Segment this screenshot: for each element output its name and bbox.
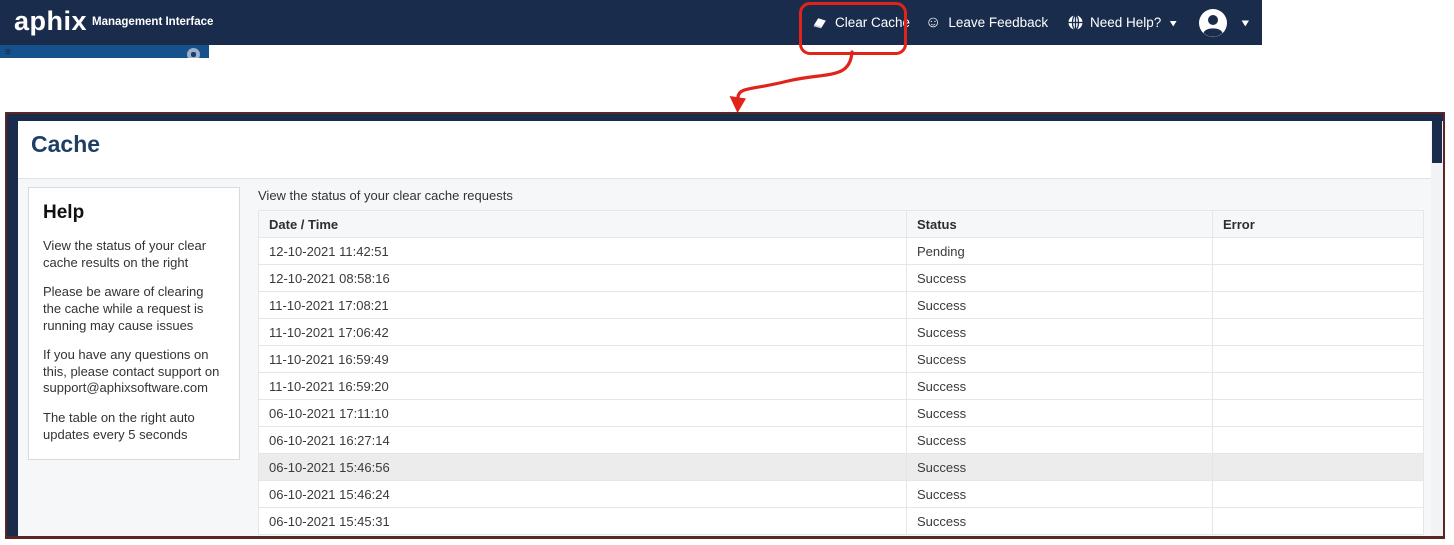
column-header-datetime: Date / Time bbox=[258, 210, 907, 238]
cell-datetime: 06-10-2021 16:27:14 bbox=[258, 426, 907, 454]
curved-arrow-annotation bbox=[729, 50, 854, 113]
clear-cache-button[interactable]: Clear Cache bbox=[812, 0, 910, 45]
cell-datetime: 12-10-2021 08:58:16 bbox=[258, 264, 907, 292]
cell-error bbox=[1212, 399, 1424, 427]
cell-error bbox=[1212, 372, 1424, 400]
help-heading: Help bbox=[43, 202, 85, 223]
cell-error bbox=[1212, 345, 1424, 373]
table-row: 11-10-2021 17:08:21 Success bbox=[258, 291, 1424, 319]
cell-status: Success bbox=[906, 480, 1213, 508]
cell-status: Success bbox=[906, 426, 1213, 454]
cell-status: Success bbox=[906, 318, 1213, 346]
chevron-down-icon: ▾ bbox=[1242, 16, 1249, 29]
sidebar-partial: ≡ bbox=[0, 45, 209, 58]
user-avatar-icon bbox=[1199, 8, 1227, 37]
leave-feedback-label: Leave Feedback bbox=[948, 15, 1049, 30]
panel-top-bar bbox=[7, 114, 1443, 121]
table-row: 11-10-2021 16:59:49 Success bbox=[258, 345, 1424, 373]
cache-panel: Cache Help View the status of your clear… bbox=[5, 112, 1445, 539]
account-menu-button[interactable]: ▾ bbox=[1198, 0, 1249, 45]
cell-error bbox=[1212, 480, 1424, 508]
cell-status: Success bbox=[906, 264, 1213, 292]
cell-error bbox=[1212, 318, 1424, 346]
need-help-button[interactable]: Need Help? ▾ bbox=[1068, 0, 1176, 45]
aphix-logo[interactable]: aphix bbox=[14, 6, 87, 37]
chevron-down-icon: ▾ bbox=[1170, 16, 1177, 29]
cell-status: Success bbox=[906, 507, 1213, 535]
help-paragraph: View the status of your clear cache resu… bbox=[43, 238, 207, 270]
cell-status: Success bbox=[906, 399, 1213, 427]
cell-datetime: 06-10-2021 15:46:56 bbox=[258, 453, 907, 481]
help-paragraph: Please be aware of clearing the cache wh… bbox=[43, 284, 204, 333]
column-header-status: Status bbox=[906, 210, 1213, 238]
cell-datetime: 12-10-2021 11:42:51 bbox=[258, 237, 907, 265]
cell-datetime: 11-10-2021 16:59:20 bbox=[258, 372, 907, 400]
cell-error bbox=[1212, 507, 1424, 535]
table-row: 11-10-2021 17:06:42 Success bbox=[258, 318, 1424, 346]
leave-feedback-button[interactable]: ☺ Leave Feedback bbox=[925, 0, 1048, 45]
cell-datetime: 06-10-2021 17:11:10 bbox=[258, 399, 907, 427]
panel-left-strip bbox=[7, 121, 18, 536]
scrollbar-track[interactable] bbox=[1431, 121, 1443, 536]
column-header-error: Error bbox=[1212, 210, 1424, 238]
table-row: 12-10-2021 11:42:51 Pending bbox=[258, 237, 1424, 265]
cell-status: Success bbox=[906, 372, 1213, 400]
table-row: 06-10-2021 15:45:31 Success bbox=[258, 507, 1424, 535]
smiley-icon: ☺ bbox=[925, 13, 942, 31]
cell-status: Success bbox=[906, 345, 1213, 373]
help-panel: Help View the status of your clear cache… bbox=[28, 187, 240, 461]
cell-error bbox=[1212, 264, 1424, 292]
cell-error bbox=[1212, 291, 1424, 319]
cell-datetime: 06-10-2021 15:45:31 bbox=[258, 507, 907, 535]
cell-error bbox=[1212, 426, 1424, 454]
help-paragraph: The table on the right auto updates ever… bbox=[43, 410, 195, 442]
table-row: 12-10-2021 08:58:16 Success bbox=[258, 264, 1424, 292]
cache-table-body: 12-10-2021 11:42:51 Pending 12-10-2021 08:… bbox=[258, 237, 1424, 535]
cell-datetime: 06-10-2021 15:46:24 bbox=[258, 480, 907, 508]
table-header-row: Date / Time Status Error bbox=[258, 210, 1424, 238]
cell-error bbox=[1212, 237, 1424, 265]
cell-datetime: 11-10-2021 17:08:21 bbox=[258, 291, 907, 319]
cache-status-table: Date / Time Status Error 12-10-2021 11:4… bbox=[258, 210, 1424, 535]
table-row: 11-10-2021 16:59:20 Success bbox=[258, 372, 1424, 400]
table-caption: View the status of your clear cache requ… bbox=[258, 188, 513, 203]
navbar-subtitle: Management Interface bbox=[92, 16, 214, 28]
table-row: 06-10-2021 16:27:14 Success bbox=[258, 426, 1424, 454]
clear-cache-label: Clear Cache bbox=[835, 15, 911, 30]
top-navbar: aphix Management Interface Clear Cache ☺… bbox=[0, 0, 1262, 45]
cell-status: Success bbox=[906, 291, 1213, 319]
cell-datetime: 11-10-2021 16:59:49 bbox=[258, 345, 907, 373]
table-row: 06-10-2021 15:46:56 Success bbox=[258, 453, 1424, 481]
need-help-label: Need Help? bbox=[1090, 15, 1162, 30]
help-paragraph: If you have any questions on this, pleas… bbox=[43, 347, 220, 396]
cell-status: Pending bbox=[906, 237, 1213, 265]
page-title: Cache bbox=[31, 131, 101, 157]
table-row: 06-10-2021 17:11:10 Success bbox=[258, 399, 1424, 427]
cell-error bbox=[1212, 453, 1424, 481]
cell-status: Success bbox=[906, 453, 1213, 481]
table-row: 06-10-2021 15:46:24 Success bbox=[258, 480, 1424, 508]
globe-icon bbox=[1068, 15, 1083, 30]
menu-icon: ≡ bbox=[5, 47, 11, 58]
eraser-icon bbox=[813, 17, 826, 28]
cell-datetime: 11-10-2021 17:06:42 bbox=[258, 318, 907, 346]
panel-content: Help View the status of your clear cache… bbox=[18, 178, 1431, 536]
sidebar-collapse-icon[interactable] bbox=[187, 48, 200, 58]
scrollbar-thumb[interactable] bbox=[1432, 121, 1442, 163]
